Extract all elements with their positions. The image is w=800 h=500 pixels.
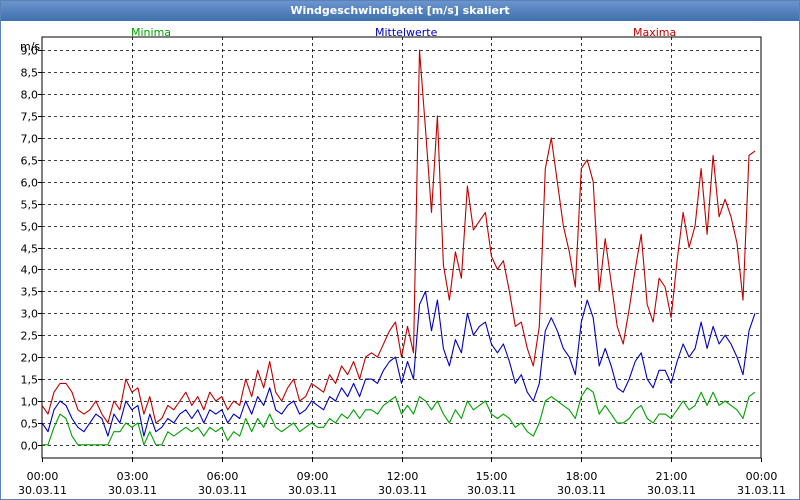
y-axis-label: m/s bbox=[20, 40, 40, 53]
y-tick-label: 1,0 bbox=[21, 396, 39, 409]
x-tick-time: 18:00 bbox=[566, 470, 598, 483]
x-tick-time: 06:00 bbox=[207, 470, 239, 483]
y-tick-label: 7,5 bbox=[21, 111, 39, 124]
x-tick-date: 30.03.11 bbox=[378, 484, 427, 497]
y-tick-label: 1,5 bbox=[21, 374, 39, 387]
y-tick-label: 6,0 bbox=[21, 177, 39, 190]
x-tick-time: 00:00 bbox=[27, 470, 59, 483]
y-tick-label: 0,5 bbox=[21, 418, 39, 431]
y-tick-label: 3,5 bbox=[21, 286, 39, 299]
x-tick-date: 30.03.11 bbox=[288, 484, 337, 497]
x-tick-date: 30.03.11 bbox=[557, 484, 606, 497]
x-tick-date: 30.03.11 bbox=[647, 484, 696, 497]
chart-window: Windgeschwindigkeit [m/s] skaliert Minim… bbox=[0, 0, 800, 500]
x-tick-time: 15:00 bbox=[476, 470, 508, 483]
x-tick-time: 12:00 bbox=[387, 470, 419, 483]
x-tick-date: 31.03.11 bbox=[737, 484, 786, 497]
x-tick-date: 30.03.11 bbox=[18, 484, 67, 497]
x-tick-time: 09:00 bbox=[297, 470, 329, 483]
y-tick-label: 2,5 bbox=[21, 330, 39, 343]
y-tick-label: 3,0 bbox=[21, 308, 39, 321]
y-tick-label: 6,5 bbox=[21, 155, 39, 168]
y-tick-label: 2,0 bbox=[21, 352, 39, 365]
x-tick-date: 30.03.11 bbox=[198, 484, 247, 497]
line-chart: 0,0 0,5 1,0 1,5 2,0 2,5 3,0 3,5 4,0 4,5 5,0 5,5 6,0 6… bbox=[18, 36, 786, 497]
x-tick-time: 21:00 bbox=[656, 470, 688, 483]
y-tick-label: 7,0 bbox=[21, 133, 39, 146]
y-tick-label: 0,0 bbox=[21, 440, 39, 453]
plot-frame bbox=[41, 36, 762, 459]
y-tick-label: 8,0 bbox=[21, 89, 39, 102]
x-tick-date: 30.03.11 bbox=[108, 484, 157, 497]
window-title: Windgeschwindigkeit [m/s] skaliert bbox=[1, 1, 799, 21]
x-tick-time: 03:00 bbox=[117, 470, 149, 483]
y-tick-label: 5,5 bbox=[21, 199, 39, 212]
y-tick-label: 8,5 bbox=[21, 67, 39, 80]
y-tick-label: 4,0 bbox=[21, 264, 39, 277]
x-tick-date: 30.03.11 bbox=[467, 484, 516, 497]
y-tick-label: 4,5 bbox=[21, 243, 39, 256]
x-tick-time: 00:00 bbox=[746, 470, 778, 483]
y-tick-label: 5,0 bbox=[21, 221, 39, 234]
